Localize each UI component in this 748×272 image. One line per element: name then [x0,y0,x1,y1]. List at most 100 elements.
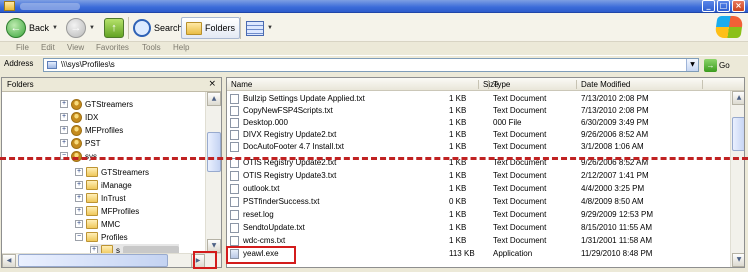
views-button[interactable]: ▼ [246,17,273,39]
chevron-down-icon: ▼ [52,25,58,31]
text-file-icon [230,171,239,181]
file-row[interactable]: reset.log 1 KB Text Document 9/29/2009 1… [227,209,730,221]
file-row[interactable]: Desktop.000 1 KB 000 File 6/30/2009 3:49… [227,117,730,129]
chevron-down-icon[interactable]: ▼ [686,59,698,71]
expand-icon[interactable]: + [75,168,83,176]
back-label: Back [29,23,50,33]
file-name: PSTfinderSuccess.txt [243,197,320,206]
file-row[interactable]: SendtoUpdate.txt 1 KB Text Document 8/15… [227,222,730,234]
tree-item[interactable]: + IDX [60,111,98,123]
go-arrow-icon: → [704,58,717,72]
network-folder-icon [47,61,57,69]
menu-view[interactable]: View [67,43,84,52]
minimize-button[interactable]: _ [702,0,715,12]
back-button[interactable]: ← Back ▼ [6,17,58,39]
expand-icon[interactable]: + [60,139,68,147]
expand-icon[interactable]: + [60,100,68,108]
file-row[interactable]: wdc-cms.txt 1 KB Text Document 1/31/2001… [227,235,730,247]
tree-item[interactable]: + PST [60,137,101,149]
expand-icon[interactable]: + [60,113,68,121]
file-row[interactable]: OTIS Registry Update3.txt 1 KB Text Docu… [227,170,730,182]
tree-item[interactable]: + MFProfiles [60,124,123,136]
tree-item-label: GTStreamers [101,167,150,177]
column-type[interactable]: Type [493,80,510,89]
folders-button[interactable]: Folders [181,17,241,39]
file-row[interactable]: DIVX Registry Update2.txt 1 KB Text Docu… [227,129,730,141]
tree-item[interactable]: + InTrust [75,192,126,204]
file-type: Text Document [493,197,547,206]
collapse-icon[interactable]: − [75,233,83,241]
file-size: 1 KB [449,130,467,139]
tree-item[interactable]: + MFProfiles [75,205,139,217]
tree-item[interactable]: − sys [60,150,97,162]
file-row[interactable]: PSTfinderSuccess.txt 0 KB Text Document … [227,196,730,208]
scrollbar-thumb[interactable] [207,132,221,172]
tree-item[interactable]: + MMC [75,218,120,230]
column-date-modified[interactable]: Date Modified [581,80,630,89]
file-name: wdc-cms.txt [243,236,286,245]
file-type: Application [493,249,533,258]
go-button[interactable]: → Go [704,58,730,72]
folders-horizontal-scrollbar[interactable]: ◀ ▶ [2,253,221,267]
go-label: Go [719,60,730,70]
column-name[interactable]: Name [231,80,252,89]
text-file-icon [230,142,239,152]
file-row[interactable]: CopyNewFSP4Scripts.txt 1 KB Text Documen… [227,105,730,117]
expand-icon[interactable]: + [60,126,68,134]
scrollbar-thumb[interactable] [18,254,168,267]
file-size: 1 KB [449,171,467,180]
folders-vertical-scrollbar[interactable]: ▲ ▼ [205,92,221,253]
up-folder-button[interactable]: ↑ [104,17,124,39]
tree-item[interactable]: + iManage [75,179,132,191]
forward-button[interactable]: → ▼ [66,17,95,39]
search-button[interactable]: Search [133,17,183,39]
file-date: 9/29/2009 12:53 PM [581,210,654,219]
file-size: 1 KB [449,210,467,219]
file-date: 9/26/2006 8:52 AM [581,130,649,139]
file-row[interactable]: outlook.txt 1 KB Text Document 4/4/2000 … [227,183,730,195]
tree-item[interactable]: − Profiles [75,231,128,243]
menu-bar: File Edit View Favorites Tools Help [0,42,748,55]
file-row[interactable]: Bullzip Settings Update Applied.txt 1 KB… [227,93,730,105]
scroll-left-icon[interactable]: ◀ [2,254,16,267]
tree-item[interactable]: + GTStreamers [60,98,133,110]
file-size: 1 KB [449,94,467,103]
file-name: reset.log [243,210,274,219]
expand-icon[interactable]: + [75,220,83,228]
close-icon[interactable]: × [208,79,216,89]
file-name: OTIS Registry Update3.txt [243,171,337,180]
menu-help[interactable]: Help [173,43,189,52]
file-size: 1 KB [449,236,467,245]
file-date: 6/30/2009 3:49 PM [581,118,649,127]
close-button[interactable]: × [732,0,745,12]
text-file-icon [230,236,239,246]
file-date: 7/13/2010 2:08 PM [581,106,649,115]
menu-tools[interactable]: Tools [142,43,161,52]
scroll-up-icon[interactable]: ▲ [732,91,744,105]
expand-icon[interactable]: + [75,181,83,189]
file-row[interactable]: DocAutoFooter 4.7 Install.txt 1 KB Text … [227,141,730,153]
expand-icon[interactable]: + [75,194,83,202]
folder-icon [86,180,98,190]
file-date: 4/4/2000 3:25 PM [581,184,645,193]
address-input[interactable]: \\\sys\Profiles\s ▼ [43,58,699,72]
title-bar[interactable]: _ □ × [0,0,748,13]
file-size: 1 KB [449,118,467,127]
file-row-selected[interactable]: yeawl.exe 113 KB Application 11/29/2010 … [227,248,730,260]
maximize-button[interactable]: □ [717,0,730,12]
files-vertical-scrollbar[interactable]: ▲ ▼ [730,91,744,267]
file-type: Text Document [493,106,547,115]
chevron-down-icon: ▼ [267,25,273,31]
expand-icon[interactable]: + [75,207,83,215]
menu-favorites[interactable]: Favorites [96,43,129,52]
file-type: Text Document [493,223,547,232]
scroll-down-icon[interactable]: ▼ [732,253,744,267]
tree-item-label: IDX [85,112,99,122]
menu-file[interactable]: File [16,43,29,52]
tree-item[interactable]: + GTStreamers [75,166,149,178]
scroll-up-icon[interactable]: ▲ [207,92,221,106]
menu-edit[interactable]: Edit [41,43,55,52]
scrollbar-thumb[interactable] [732,117,744,151]
column-header: Name Size Date Modified [227,78,744,91]
tree-item-label: Profiles [101,232,128,242]
